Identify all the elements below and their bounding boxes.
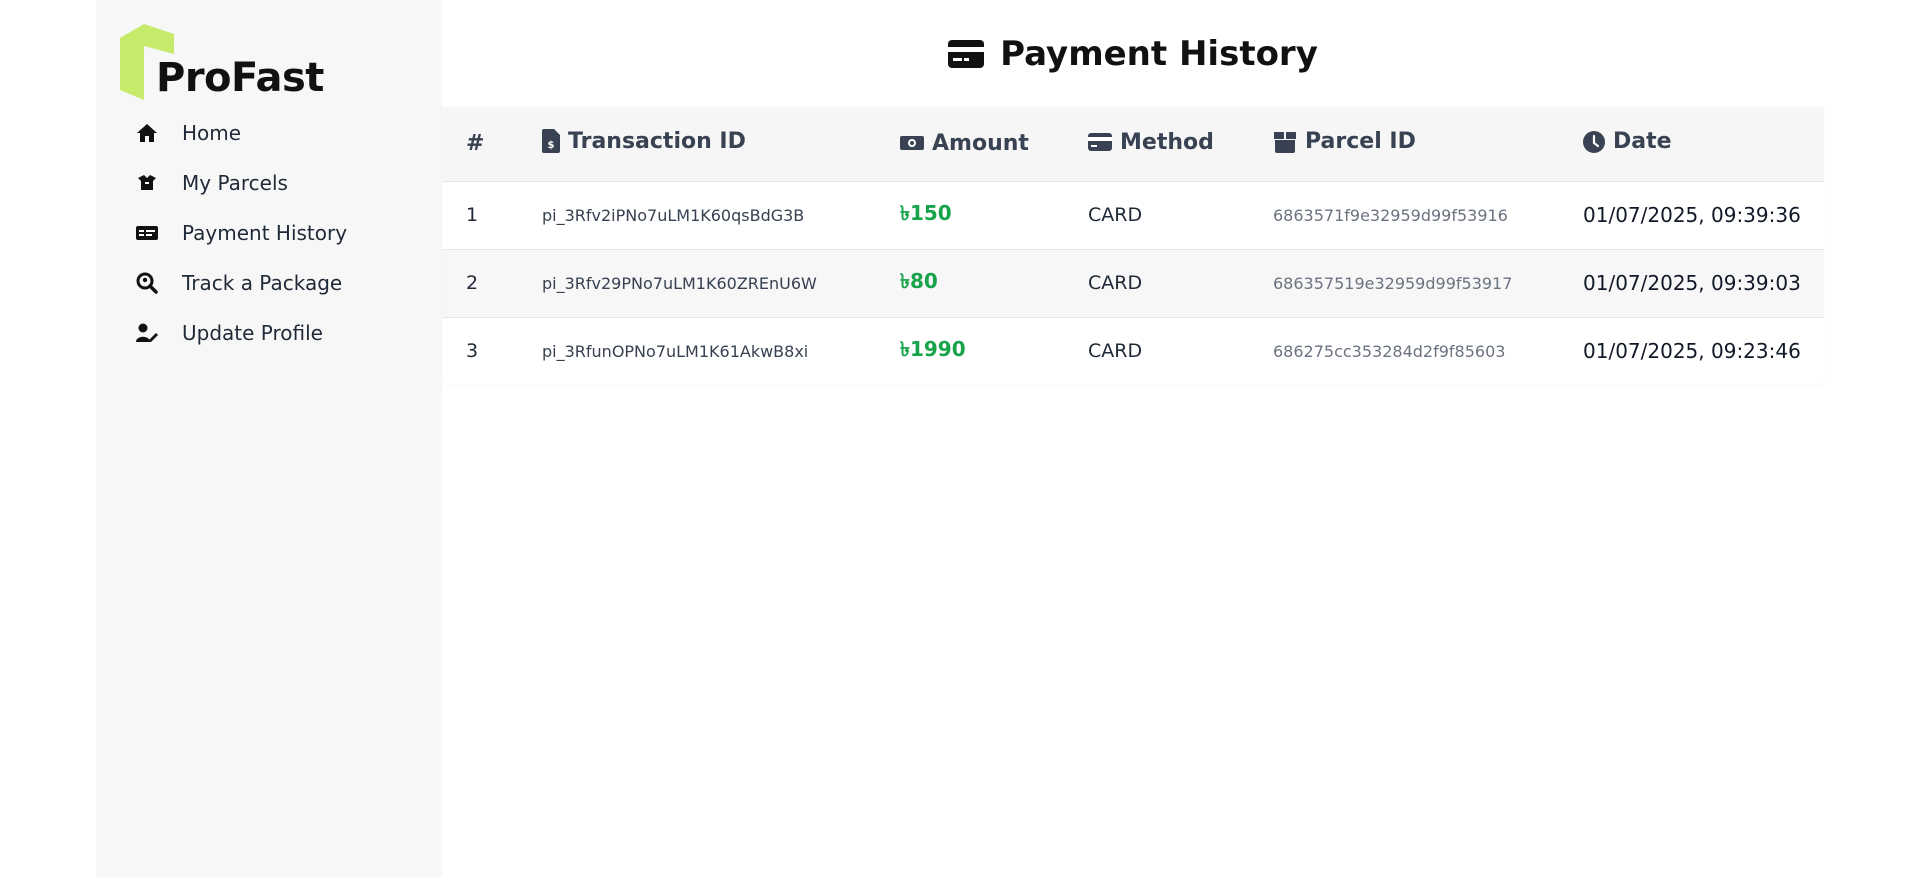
- sidebar-item-home[interactable]: Home: [96, 108, 442, 158]
- svg-text:$: $: [548, 140, 555, 151]
- payment-method: CARD: [1088, 272, 1143, 294]
- user-edit-icon: [136, 322, 158, 344]
- sidebar-item-label: Update Profile: [182, 321, 323, 345]
- search-location-icon: [136, 272, 158, 294]
- file-invoice-dollar-icon: $: [542, 129, 560, 153]
- payment-history-table: # $ Transaction ID Amount Method Parcel …: [442, 107, 1824, 385]
- money-check-icon: [136, 222, 158, 244]
- money-bill-icon: [900, 135, 924, 151]
- row-number: 3: [466, 340, 479, 363]
- payment-date: 01/07/2025, 09:23:46: [1583, 339, 1801, 364]
- clock-icon: [1583, 130, 1605, 153]
- column-header-number: #: [466, 131, 485, 157]
- transaction-id: pi_3Rfv2iPNo7uLM1K60qsBdG3B: [542, 205, 805, 225]
- credit-card-icon: [1088, 132, 1112, 152]
- sidebar-item-label: My Parcels: [182, 171, 288, 195]
- payment-date: 01/07/2025, 09:39:36: [1583, 203, 1801, 227]
- sidebar-item-label: Payment History: [182, 221, 348, 245]
- column-header-method: Method: [1088, 107, 1273, 181]
- box-icon: [1273, 129, 1297, 153]
- amount: ৳80: [900, 268, 938, 293]
- payment-method: CARD: [1088, 340, 1143, 363]
- parcel-id: 686357519e32959d99f53917: [1273, 273, 1513, 293]
- table-row[interactable]: 3 pi_3RfunOPNo7uLM1K61AkwB8xi ৳1990 CARD…: [442, 317, 1824, 385]
- home-icon: [136, 122, 158, 144]
- sidebar-item-my-parcels[interactable]: My Parcels: [96, 158, 442, 208]
- transaction-id: pi_3Rfv29PNo7uLM1K60ZREnU6W: [542, 273, 817, 293]
- sidebar-item-update-profile[interactable]: Update Profile: [96, 308, 442, 358]
- table-row[interactable]: 1 pi_3Rfv2iPNo7uLM1K60qsBdG3B ৳150 CARD …: [442, 181, 1824, 249]
- payment-method: CARD: [1088, 204, 1143, 226]
- payment-date: 01/07/2025, 09:39:03: [1583, 271, 1801, 295]
- table-row[interactable]: 2 pi_3Rfv29PNo7uLM1K60ZREnU6W ৳80 CARD 6…: [442, 249, 1824, 317]
- amount: ৳150: [900, 200, 952, 225]
- main-content: Payment History # $ Transaction ID Amoun…: [442, 0, 1824, 877]
- profast-logo[interactable]: ProFast: [120, 24, 324, 100]
- page-title-text: Payment History: [1000, 34, 1318, 74]
- sidebar-item-label: Track a Package: [182, 271, 343, 295]
- page-title: Payment History: [442, 34, 1824, 74]
- column-header-amount: Amount: [900, 107, 1088, 181]
- amount: ৳1990: [900, 336, 966, 361]
- sidebar-item-track-package[interactable]: Track a Package: [96, 258, 442, 308]
- transaction-id: pi_3RfunOPNo7uLM1K61AkwB8xi: [542, 341, 809, 361]
- brand-name: ProFast: [156, 55, 324, 101]
- sidebar-item-payment-history[interactable]: Payment History: [96, 208, 442, 258]
- column-header-date: Date: [1583, 107, 1824, 181]
- parcel-id: 686275cc353284d2f9f85603: [1273, 341, 1506, 361]
- sidebar-item-label: Home: [182, 121, 242, 145]
- table-header-row: # $ Transaction ID Amount Method Parcel …: [442, 107, 1824, 181]
- credit-card-icon: [948, 40, 985, 68]
- box-open-icon: [136, 172, 158, 194]
- sidebar-nav: Home My Parcels Payment History Track a …: [96, 108, 442, 358]
- sidebar: ProFast Home My Parcels Payment History …: [96, 0, 442, 877]
- column-header-transaction-id: $ Transaction ID: [542, 107, 900, 181]
- row-number: 2: [466, 272, 479, 294]
- payment-history-table-card: # $ Transaction ID Amount Method Parcel …: [442, 107, 1824, 385]
- row-number: 1: [466, 204, 479, 226]
- parcel-id: 6863571f9e32959d99f53916: [1273, 205, 1508, 225]
- column-header-parcel-id: Parcel ID: [1273, 107, 1583, 181]
